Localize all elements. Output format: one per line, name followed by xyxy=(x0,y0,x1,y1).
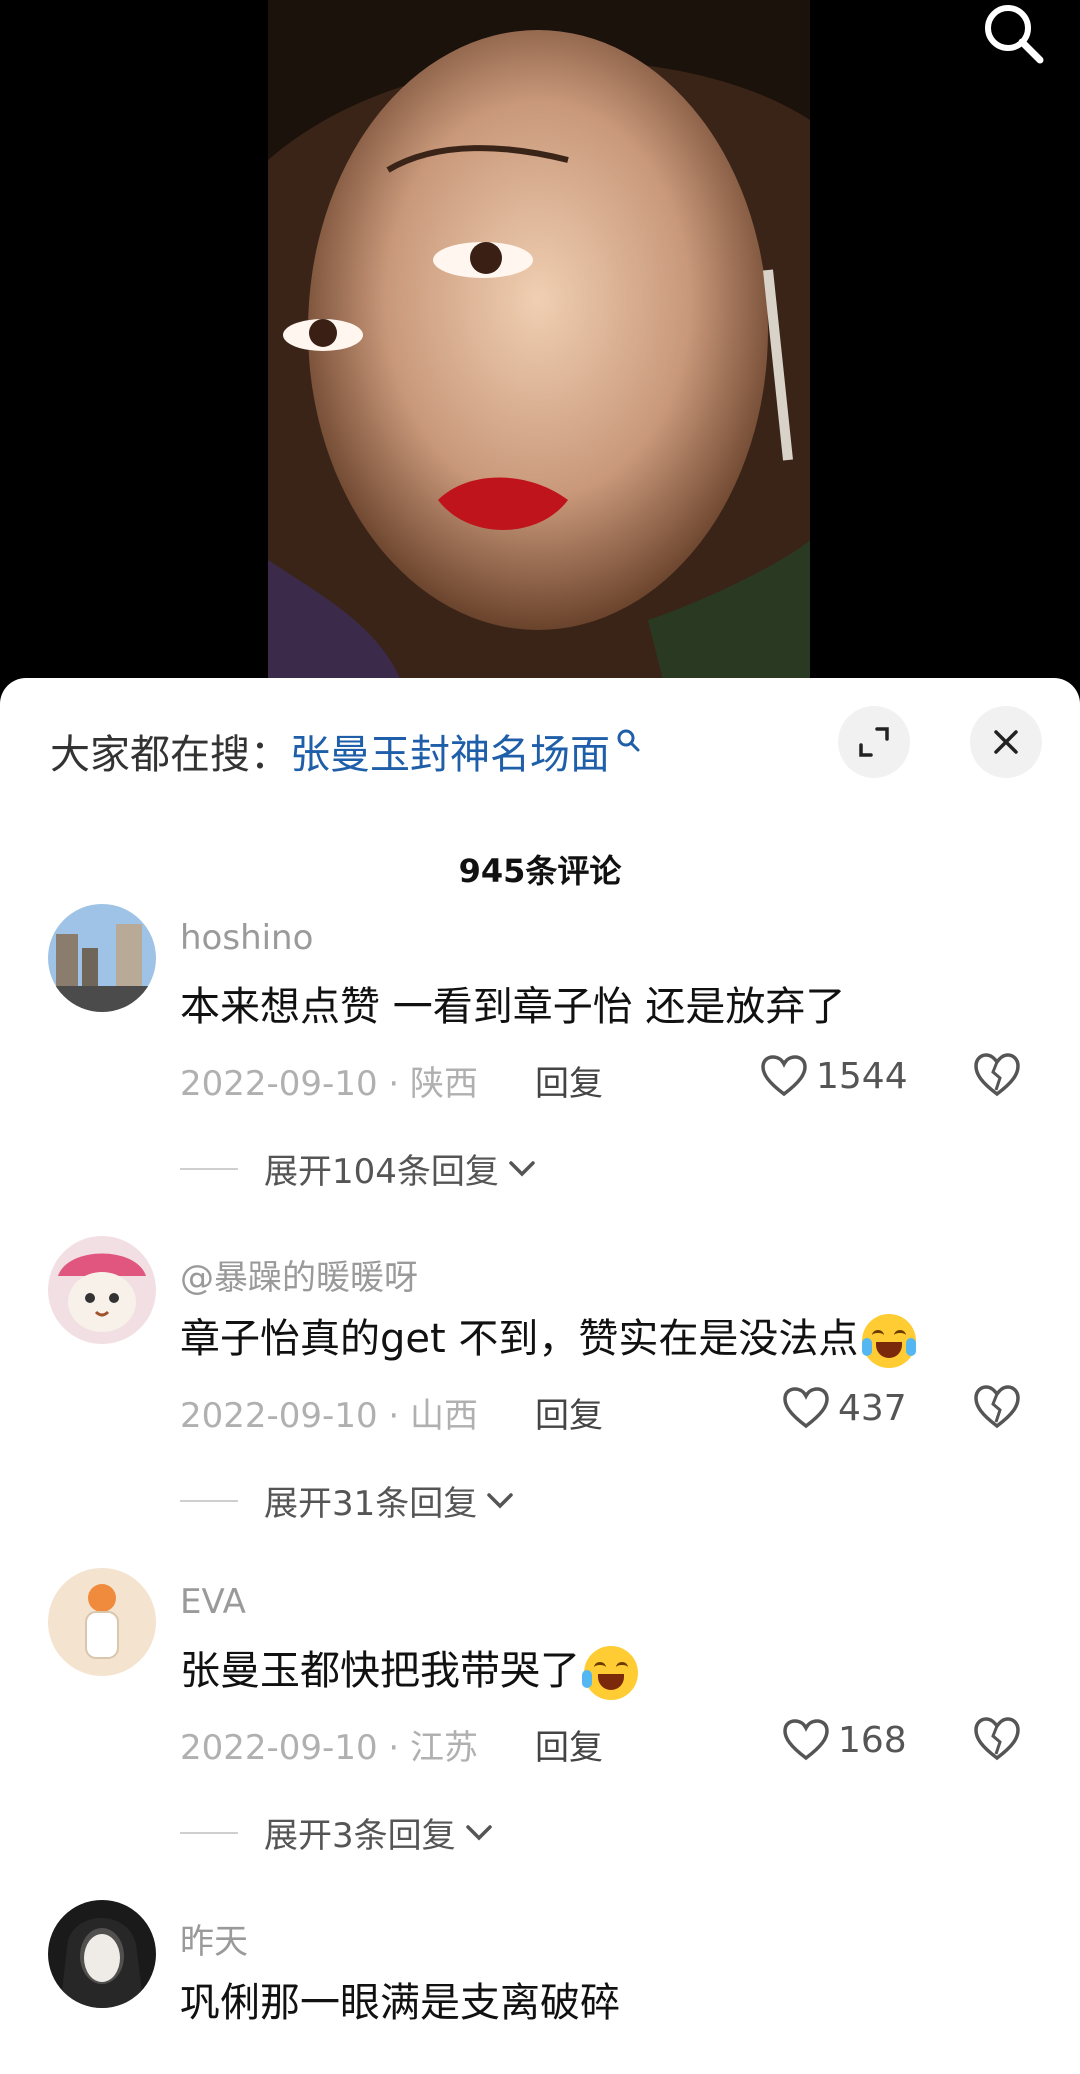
expand-replies-label: 展开31条回复 xyxy=(264,1484,478,1524)
like-button[interactable]: 168 xyxy=(782,1710,907,1770)
crying-laughing-emoji xyxy=(862,1314,917,1368)
comment-username[interactable]: EVA xyxy=(180,1582,246,1622)
like-count: 437 xyxy=(838,1387,907,1429)
expand-replies-button[interactable]: 展开104条回复 xyxy=(180,1144,539,1193)
comment-text: 本来想点赞 一看到章子怡 还是放弃了 xyxy=(180,984,846,1030)
heart-icon xyxy=(761,1055,807,1097)
video-player[interactable] xyxy=(0,0,1080,700)
like-button[interactable]: 1544 xyxy=(760,1046,908,1106)
divider xyxy=(180,1831,238,1834)
comment-item: @暴躁的暖暖呀 章子怡真的get 不到，赞实在是没法点 2022-09-10 ·… xyxy=(0,1236,1080,1536)
chevron-down-icon xyxy=(509,1160,535,1176)
avatar[interactable] xyxy=(48,904,156,1012)
comment-item: EVA 张曼玉都快把我带哭了 2022-09-10 · 江苏 回复 168 展开… xyxy=(0,1568,1080,1868)
close-button[interactable] xyxy=(970,706,1042,778)
broken-heart-icon xyxy=(974,1053,1020,1097)
search-icon xyxy=(617,729,640,752)
comment-username[interactable]: hoshino xyxy=(180,918,313,958)
like-button[interactable]: 437 xyxy=(782,1378,907,1438)
comment-date-location: 2022-09-10 · 陕西 xyxy=(180,1064,479,1104)
comment-date-location: 2022-09-10 · 江苏 xyxy=(180,1728,479,1768)
comment-count: 945条评论 xyxy=(458,852,622,890)
broken-heart-icon xyxy=(974,1717,1020,1761)
avatar[interactable] xyxy=(48,1236,156,1344)
reply-button[interactable]: 回复 xyxy=(535,1388,603,1437)
comment-date-location: 2022-09-10 · 山西 xyxy=(180,1396,479,1436)
comment-text: 张曼玉都快把我带哭了 xyxy=(180,1638,638,1700)
reply-button[interactable]: 回复 xyxy=(535,1056,603,1105)
comment-text-body: 张曼玉都快把我带哭了 xyxy=(180,1648,580,1694)
heart-icon xyxy=(783,1387,829,1429)
comment-sheet: 大家都在搜： 张曼玉封神名场面 945条评论 hoshino 本来想点赞 一看到… xyxy=(0,678,1080,2074)
chevron-down-icon xyxy=(465,1824,492,1840)
broken-heart-icon xyxy=(974,1385,1020,1429)
dislike-button[interactable] xyxy=(972,1714,1022,1764)
comment-text-body: 章子怡真的get 不到，赞实在是没法点 xyxy=(180,1316,859,1362)
dislike-button[interactable] xyxy=(972,1050,1022,1100)
divider xyxy=(180,1167,238,1170)
chevron-down-icon xyxy=(487,1492,514,1508)
avatar[interactable] xyxy=(48,1900,156,2008)
expand-replies-button[interactable]: 展开31条回复 xyxy=(180,1476,517,1525)
expand-icon xyxy=(859,727,889,757)
trending-search-prefix: 大家都在搜： xyxy=(50,732,290,778)
expand-replies-label: 展开104条回复 xyxy=(264,1152,499,1192)
dislike-button[interactable] xyxy=(972,1382,1022,1432)
heart-icon xyxy=(783,1719,829,1761)
reply-button[interactable]: 回复 xyxy=(535,1720,603,1769)
comment-item: hoshino 本来想点赞 一看到章子怡 还是放弃了 2022-09-10 · … xyxy=(0,904,1080,1204)
like-count: 168 xyxy=(838,1719,907,1761)
like-count: 1544 xyxy=(816,1055,908,1097)
comment-text: 巩俐那一眼满是支离破碎 xyxy=(180,1980,620,2026)
expand-replies-label: 展开3条回复 xyxy=(264,1816,456,1856)
trending-search-term[interactable]: 张曼玉封神名场面 xyxy=(290,722,610,780)
divider xyxy=(180,1499,238,1502)
video-frame-portrait xyxy=(268,0,810,700)
trending-search-bar[interactable]: 大家都在搜： 张曼玉封神名场面 xyxy=(50,716,642,786)
rolling-laughing-emoji xyxy=(582,1646,638,1700)
comment-username[interactable]: @暴躁的暖暖呀 xyxy=(180,1250,418,1299)
search-icon xyxy=(985,5,1044,64)
comment-text: 章子怡真的get 不到，赞实在是没法点 xyxy=(180,1306,917,1368)
search-button[interactable] xyxy=(974,0,1054,70)
close-icon xyxy=(994,730,1018,754)
avatar[interactable] xyxy=(48,1568,156,1676)
comment-item: 昨天 巩俐那一眼满是支离破碎 xyxy=(0,1900,1080,2074)
expand-replies-button[interactable]: 展开3条回复 xyxy=(180,1808,496,1857)
comment-username[interactable]: 昨天 xyxy=(180,1914,248,1963)
expand-button[interactable] xyxy=(838,706,910,778)
